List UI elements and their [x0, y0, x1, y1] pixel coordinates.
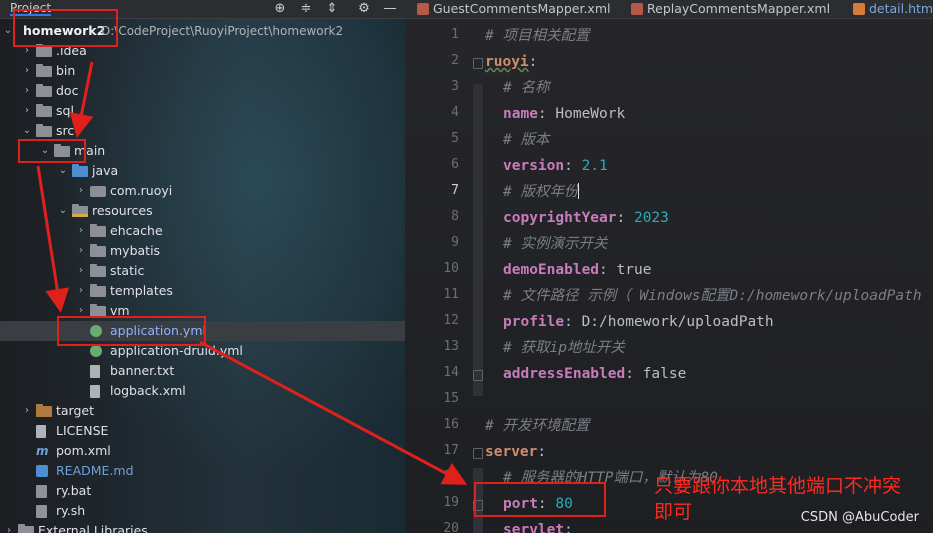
- arrow-main-to-yml: [36, 165, 70, 313]
- arrow-yml-to-port: [199, 340, 468, 485]
- watermark: CSDN @AbuCoder: [800, 510, 919, 525]
- arrow-root-to-main: [69, 61, 94, 138]
- annotation-arrows: [36, 61, 468, 485]
- annotation-text-line2: 即可: [654, 501, 693, 523]
- annotation-text-line1: 只要跟你本地其他端口不冲突: [654, 475, 902, 497]
- screenshot-root: Project ⊕ ≑ ⇕ ⚙ — ⌄ homework2 D:\CodePro…: [0, 0, 933, 533]
